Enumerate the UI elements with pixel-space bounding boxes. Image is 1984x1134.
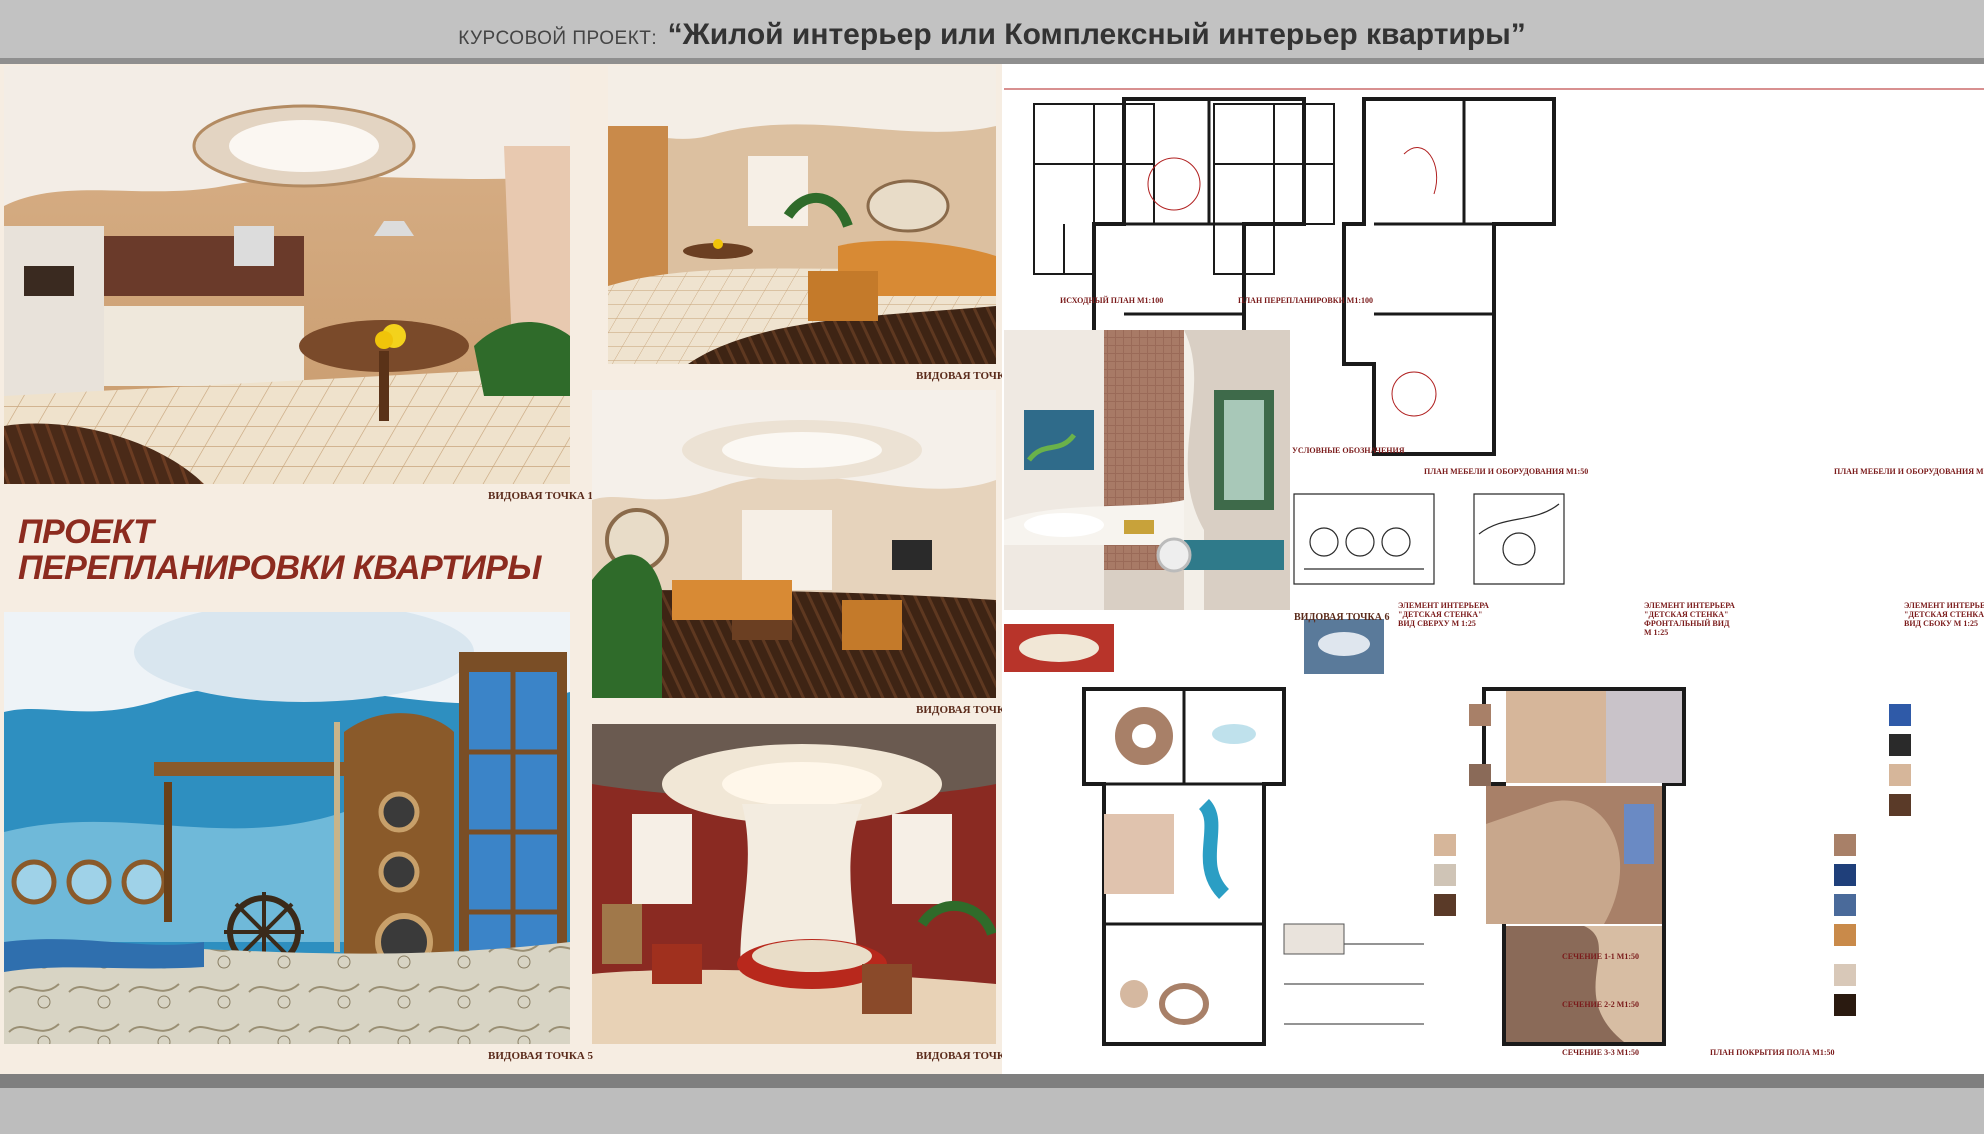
label-element-1-c: ВИД СВЕРХУ М 1:25 [1398,619,1476,628]
header-prefix: КУРСОВОЙ ПРОЕКТ: [458,28,658,49]
label-plan-furniture-1: ПЛАН МЕБЕЛИ И ОБОРУДОВАНИЯ М1:50 [1424,467,1589,476]
header-bar: КУРСОВОЙ ПРОЕКТ: “Жилой интерьер или Ком… [0,0,1984,58]
drawings-sheet: ИСХОДНЫЙ ПЛАН М1:100 ПЛАН ПЕРЕПЛАНИРОВКИ… [1004,64,1984,1074]
label-element-3-a: ЭЛЕМЕНТ ИНТЕРЬЕРА [1904,601,1984,610]
label-plan-furniture-2: ПЛАН МЕБЕЛИ И ОБОРУДОВАНИЯ М1:50 [1834,467,1984,476]
label-section-2: СЕЧЕНИЕ 2-2 М1:50 [1562,1000,1639,1009]
header-title: “Жилой интерьер или Комплексный интерьер… [667,18,1526,51]
project-title-line2: ПЕРЕПЛАНИРОВКИ КВАРТИРЫ [18,549,541,587]
label-section-1: СЕЧЕНИЕ 1-1 М1:50 [1562,952,1639,961]
project-title: ПРОЕКТ ПЕРЕПЛАНИРОВКИ КВАРТИРЫ [18,514,578,586]
render-lounge-image [592,390,996,698]
render-kids-room-image [4,612,570,1044]
project-title-line1: ПРОЕКТ [18,513,154,551]
footer-divider [0,1074,1984,1088]
label-element-3-b: "ДЕТСКАЯ СТЕНКА" [1904,610,1984,619]
render-kitchen-image [4,66,570,484]
render-living-image [608,66,996,364]
presentation-board: ВИДОВАЯ ТОЧКА 1 ПРОЕКТ ПЕРЕПЛАНИРОВКИ КВ… [0,64,1984,1074]
label-section-3: СЕЧЕНИЕ 3-3 М1:50 [1562,1048,1639,1057]
label-element-3-c: ВИД СБОКУ М 1:25 [1904,619,1979,628]
label-element-1-b: "ДЕТСКАЯ СТЕНКА" [1398,610,1483,619]
label-element-2-c: ФРОНТАЛЬНЫЙ ВИД [1644,619,1730,628]
label-floor-plan: ПЛАН ПОКРЫТИЯ ПОЛА М1:50 [1710,1048,1835,1057]
label-legend: УСЛОВНЫЕ ОБОЗНАЧЕНИЯ [1292,446,1405,455]
footer-bar [0,1088,1984,1134]
label-plan-replan: ПЛАН ПЕРЕПЛАНИРОВКИ М1:100 [1238,296,1374,305]
render-kids-room-caption: ВИДОВАЯ ТОЧКА 5 [488,1050,594,1062]
label-plan-initial: ИСХОДНЫЙ ПЛАН М1:100 [1060,296,1164,305]
render-bathroom-caption: ВИДОВАЯ ТОЧКА 6 [1294,612,1390,623]
render-kitchen-caption: ВИДОВАЯ ТОЧКА 1 [488,490,594,502]
label-element-2-b: "ДЕТСКАЯ СТЕНКА" [1644,610,1729,619]
label-element-2-d: М 1:25 [1644,628,1669,637]
label-element-1-a: ЭЛЕМЕНТ ИНТЕРЬЕРА [1398,601,1489,610]
render-bathroom-image [1004,330,1290,610]
render-bedroom-image [592,724,996,1044]
label-element-2-a: ЭЛЕМЕНТ ИНТЕРЬЕРА [1644,601,1735,610]
